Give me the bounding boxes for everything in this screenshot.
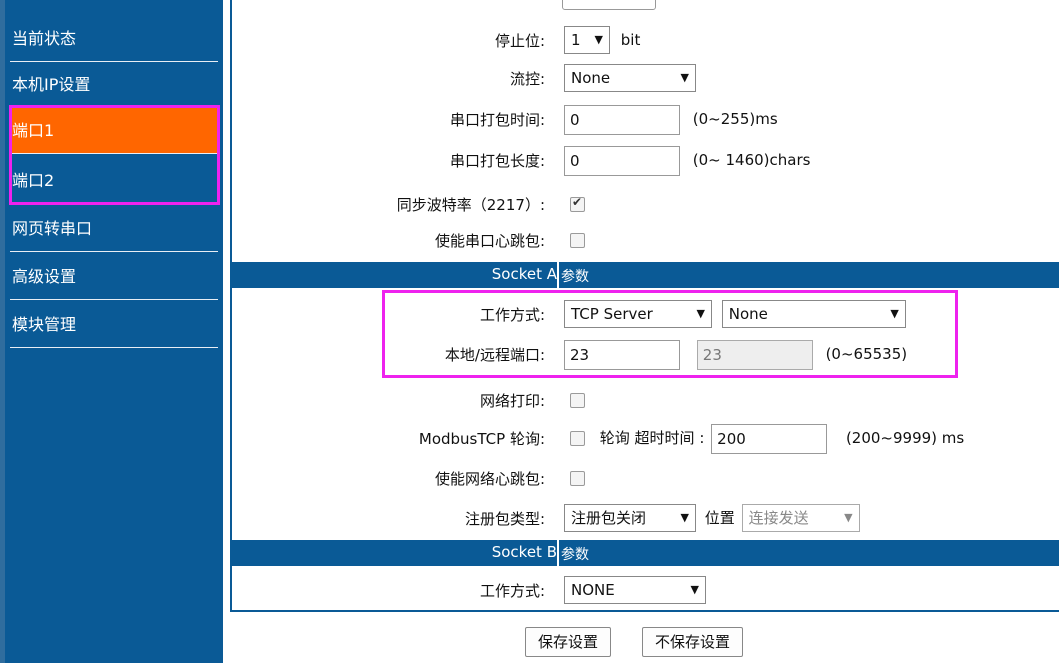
socket-b-title-suffix: 参数 xyxy=(561,547,589,563)
modbus-label: ModbusTCP 轮询: xyxy=(418,430,545,448)
work-mode-b-label: 工作方式: xyxy=(479,582,545,600)
pack-length-label: 串口打包长度: xyxy=(449,152,545,170)
row-stop-bit: 停止位: 1 ▼ bit xyxy=(232,22,1059,58)
modbus-checkbox[interactable] xyxy=(570,431,585,446)
row-serial-heartbeat: 使能串口心跳包: xyxy=(232,222,1059,258)
cut-off-control xyxy=(562,0,656,10)
pack-length-input[interactable]: 0 xyxy=(564,146,680,176)
chevron-down-icon: ▼ xyxy=(680,71,689,84)
stop-bit-select[interactable]: 1 ▼ xyxy=(564,26,610,54)
modbus-timeout-hint: (200~9999) ms xyxy=(845,429,965,447)
stop-bit-unit: bit xyxy=(620,31,641,49)
sync-baud-label: 同步波特率（2217）: xyxy=(396,196,545,214)
chevron-down-icon: ▼ xyxy=(594,33,603,46)
socket-a-title: Socket A xyxy=(491,265,557,283)
pack-time-label: 串口打包时间: xyxy=(449,111,545,129)
socket-b-header: Socket B 参数 xyxy=(232,540,1059,566)
socket-a-header: Socket A 参数 xyxy=(232,262,1059,288)
row-net-print: 网络打印: xyxy=(232,382,1059,418)
pack-time-hint: (0~255)ms xyxy=(692,110,778,128)
modbus-timeout-label: 轮询 超时时间 : xyxy=(599,429,705,447)
sidebar-item-current-status[interactable]: 当前状态 xyxy=(10,16,218,62)
flow-value: None xyxy=(571,69,611,87)
chevron-down-icon: ▼ xyxy=(680,511,689,524)
row-flow-control: 流控: None ▼ xyxy=(232,60,1059,96)
row-pack-time: 串口打包时间: 0 (0~255)ms xyxy=(232,101,1059,137)
stop-bit-value: 1 xyxy=(571,31,581,49)
sidebar-item-local-ip[interactable]: 本机IP设置 xyxy=(10,62,218,108)
chevron-down-icon: ▼ xyxy=(844,511,853,524)
chevron-down-icon: ▼ xyxy=(690,583,699,596)
pack-time-input[interactable]: 0 xyxy=(564,105,680,135)
sidebar-nav: 当前状态 本机IP设置 端口1 端口2 网页转串口 高级设置 模块管理 xyxy=(0,0,223,663)
net-heartbeat-checkbox[interactable] xyxy=(570,471,585,486)
position-select[interactable]: 连接发送 ▼ xyxy=(741,504,860,532)
row-sync-baud: 同步波特率（2217）: xyxy=(232,186,1059,222)
register-type-select[interactable]: 注册包关闭 ▼ xyxy=(564,504,696,532)
socket-b-title: Socket B xyxy=(491,543,557,561)
sidebar-edge xyxy=(0,0,5,663)
sidebar-item-web-to-serial[interactable]: 网页转串口 xyxy=(10,206,218,252)
socket-a-title-suffix: 参数 xyxy=(561,269,589,285)
serial-heartbeat-checkbox[interactable] xyxy=(570,233,585,248)
save-button[interactable]: 保存设置 xyxy=(525,627,612,657)
row-net-heartbeat: 使能网络心跳包: xyxy=(232,460,1059,496)
net-print-checkbox[interactable] xyxy=(570,393,585,408)
row-modbus-poll: ModbusTCP 轮询: 轮询 超时时间 : 200 (200~9999) m… xyxy=(232,420,1059,456)
net-print-label: 网络打印: xyxy=(479,392,545,410)
row-register-packet: 注册包类型: 注册包关闭 ▼ 位置 连接发送 ▼ xyxy=(232,500,1059,536)
sidebar-item-module-management[interactable]: 模块管理 xyxy=(10,302,218,348)
serial-heartbeat-label: 使能串口心跳包: xyxy=(434,232,545,250)
work-mode-b-select[interactable]: NONE ▼ xyxy=(564,576,706,604)
pack-length-hint: (0~ 1460)chars xyxy=(692,151,811,169)
position-value: 连接发送 xyxy=(748,509,809,527)
modbus-timeout-input[interactable]: 200 xyxy=(711,424,828,454)
highlight-box-ports xyxy=(9,105,220,205)
header-divider xyxy=(557,262,559,288)
highlight-box-socket-a xyxy=(382,290,958,378)
register-label: 注册包类型: xyxy=(464,510,545,528)
flow-select[interactable]: None ▼ xyxy=(564,64,696,92)
sync-baud-checkbox[interactable] xyxy=(570,195,585,212)
row-work-mode-b: 工作方式: NONE ▼ xyxy=(232,572,1059,608)
discard-button[interactable]: 不保存设置 xyxy=(642,627,744,657)
flow-label: 流控: xyxy=(509,70,545,88)
work-mode-b-value: NONE xyxy=(571,581,615,599)
stop-bit-label: 停止位: xyxy=(494,32,545,50)
row-pack-length: 串口打包长度: 0 (0~ 1460)chars xyxy=(232,142,1059,178)
register-type-value: 注册包关闭 xyxy=(571,509,647,527)
header-divider xyxy=(557,540,559,566)
net-heartbeat-label: 使能网络心跳包: xyxy=(434,470,545,488)
position-label: 位置 xyxy=(704,509,735,527)
sidebar-item-advanced[interactable]: 高级设置 xyxy=(10,254,218,300)
